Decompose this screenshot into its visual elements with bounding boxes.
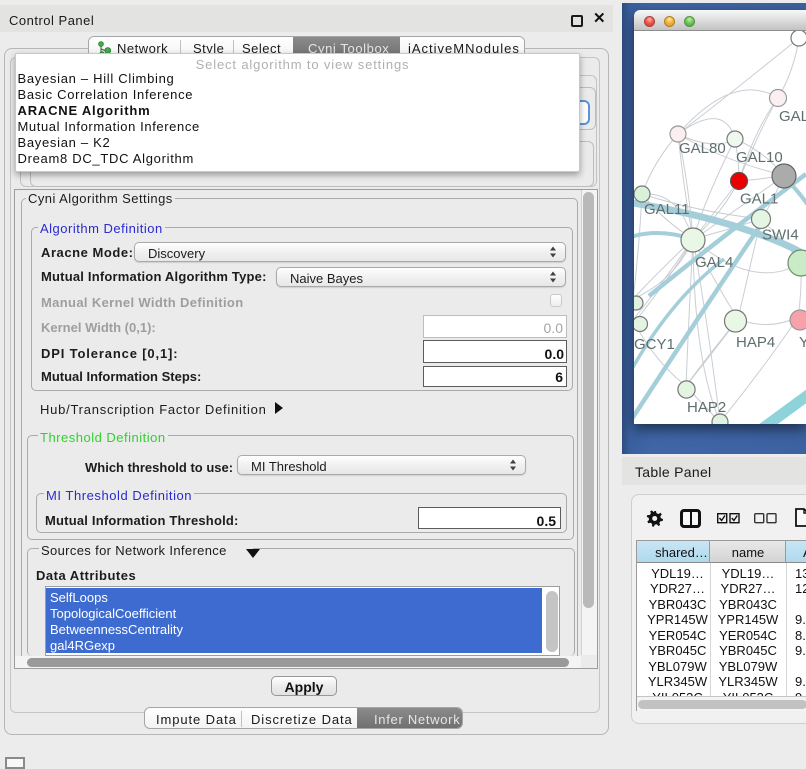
svg-text:GAL1: GAL1 [740,191,778,208]
svg-text:GCY1: GCY1 [634,336,675,353]
svg-text:GAL2: GAL2 [779,108,806,125]
svg-text:HAP2: HAP2 [687,399,726,416]
svg-text:GAL80: GAL80 [679,140,726,157]
svg-text:GAL4: GAL4 [695,254,733,271]
svg-text:GAL11: GAL11 [644,201,690,218]
svg-text:GAL10: GAL10 [736,149,783,166]
svg-text:YD: YD [799,334,806,351]
svg-text:HAP4: HAP4 [736,334,775,351]
svg-text:SWI4: SWI4 [762,227,799,244]
